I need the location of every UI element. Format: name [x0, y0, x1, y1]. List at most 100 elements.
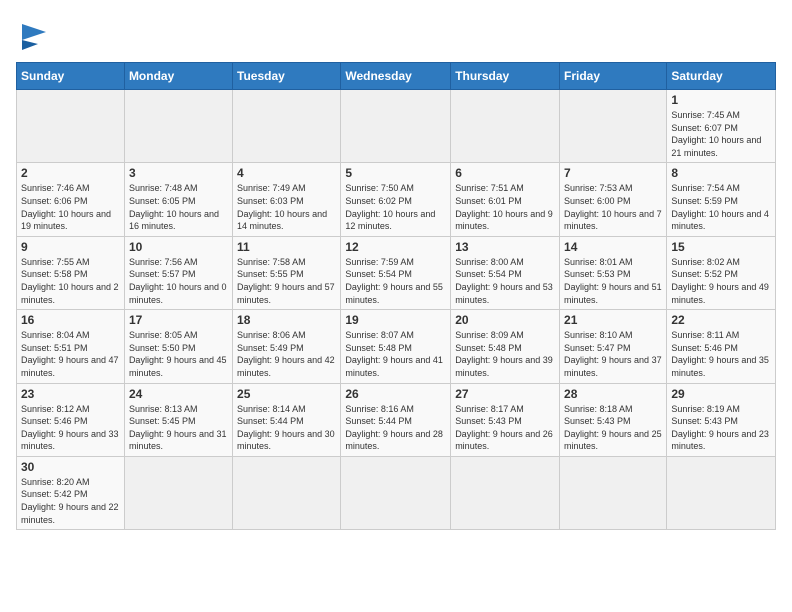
day-info: Sunrise: 8:11 AM Sunset: 5:46 PM Dayligh…	[671, 329, 771, 379]
calendar-day-cell: 22 Sunrise: 8:11 AM Sunset: 5:46 PM Dayli…	[667, 310, 776, 383]
day-info: Sunrise: 7:51 AM Sunset: 6:01 PM Dayligh…	[455, 182, 555, 232]
calendar-col-header: Monday	[124, 63, 232, 90]
calendar-day-cell: 9Sunrise: 7:55 AM Sunset: 5:58 PM Daylig…	[17, 236, 125, 309]
day-number: 2	[21, 166, 120, 180]
day-info: Sunrise: 8:20 AM Sunset: 5:42 PM Dayligh…	[21, 476, 120, 526]
calendar-day-cell: 15Sunrise: 8:02 AM Sunset: 5:52 PM Dayli…	[667, 236, 776, 309]
day-info: Sunrise: 8:04 AM Sunset: 5:51 PM Dayligh…	[21, 329, 120, 379]
day-info: Sunrise: 7:54 AM Sunset: 5:59 PM Dayligh…	[671, 182, 771, 232]
calendar-week-row: 16 Sunrise: 8:04 AM Sunset: 5:51 PM Dayli…	[17, 310, 776, 383]
day-info: Sunrise: 8:10 AM Sunset: 5:47 PM Dayligh…	[564, 329, 662, 379]
calendar-day-cell: 2 Sunrise: 7:46 AM Sunset: 6:06 PM Daylig…	[17, 163, 125, 236]
calendar-week-row: 1Sunrise: 7:45 AM Sunset: 6:07 PM Daylig…	[17, 90, 776, 163]
day-number: 13	[455, 240, 555, 254]
calendar-day-cell: 23 Sunrise: 8:12 AM Sunset: 5:46 PM Dayli…	[17, 383, 125, 456]
calendar-day-cell: 19 Sunrise: 8:07 AM Sunset: 5:48 PM Dayli…	[341, 310, 451, 383]
day-info: Sunrise: 7:53 AM Sunset: 6:00 PM Dayligh…	[564, 182, 662, 232]
calendar-day-cell: 20Sunrise: 8:09 AM Sunset: 5:48 PM Dayli…	[451, 310, 560, 383]
calendar-day-cell: 18 Sunrise: 8:06 AM Sunset: 5:49 PM Dayli…	[233, 310, 341, 383]
calendar-week-row: 23 Sunrise: 8:12 AM Sunset: 5:46 PM Dayli…	[17, 383, 776, 456]
calendar-day-cell: 28 Sunrise: 8:18 AM Sunset: 5:43 PM Dayli…	[560, 383, 667, 456]
calendar-day-cell: 13Sunrise: 8:00 AM Sunset: 5:54 PM Dayli…	[451, 236, 560, 309]
page-header	[16, 16, 776, 54]
calendar-col-header: Friday	[560, 63, 667, 90]
calendar-day-cell	[667, 456, 776, 529]
day-info: Sunrise: 8:06 AM Sunset: 5:49 PM Dayligh…	[237, 329, 336, 379]
day-number: 29	[671, 387, 771, 401]
day-info: Sunrise: 8:13 AM Sunset: 5:45 PM Dayligh…	[129, 403, 228, 453]
day-number: 6	[455, 166, 555, 180]
calendar-day-cell: 25 Sunrise: 8:14 AM Sunset: 5:44 PM Dayli…	[233, 383, 341, 456]
calendar-day-cell: 1Sunrise: 7:45 AM Sunset: 6:07 PM Daylig…	[667, 90, 776, 163]
day-number: 23	[21, 387, 120, 401]
calendar-header-row: SundayMondayTuesdayWednesdayThursdayFrid…	[17, 63, 776, 90]
calendar-table: SundayMondayTuesdayWednesdayThursdayFrid…	[16, 62, 776, 530]
calendar-day-cell: 12Sunrise: 7:59 AM Sunset: 5:54 PM Dayli…	[341, 236, 451, 309]
calendar-day-cell: 27Sunrise: 8:17 AM Sunset: 5:43 PM Dayli…	[451, 383, 560, 456]
day-number: 16	[21, 313, 120, 327]
calendar-day-cell: 14Sunrise: 8:01 AM Sunset: 5:53 PM Dayli…	[560, 236, 667, 309]
day-info: Sunrise: 7:49 AM Sunset: 6:03 PM Dayligh…	[237, 182, 336, 232]
generalblue-logo-icon	[16, 16, 54, 54]
day-number: 12	[345, 240, 446, 254]
day-number: 5	[345, 166, 446, 180]
day-info: Sunrise: 8:02 AM Sunset: 5:52 PM Dayligh…	[671, 256, 771, 306]
day-info: Sunrise: 7:48 AM Sunset: 6:05 PM Dayligh…	[129, 182, 228, 232]
calendar-week-row: 9Sunrise: 7:55 AM Sunset: 5:58 PM Daylig…	[17, 236, 776, 309]
calendar-day-cell	[560, 456, 667, 529]
day-number: 20	[455, 313, 555, 327]
day-number: 22	[671, 313, 771, 327]
day-number: 27	[455, 387, 555, 401]
calendar-day-cell: 10 Sunrise: 7:56 AM Sunset: 5:57 PM Dayli…	[124, 236, 232, 309]
calendar-day-cell: 3Sunrise: 7:48 AM Sunset: 6:05 PM Daylig…	[124, 163, 232, 236]
day-number: 24	[129, 387, 228, 401]
day-number: 21	[564, 313, 662, 327]
day-info: Sunrise: 7:46 AM Sunset: 6:06 PM Dayligh…	[21, 182, 120, 232]
calendar-day-cell: 7 Sunrise: 7:53 AM Sunset: 6:00 PM Daylig…	[560, 163, 667, 236]
day-number: 17	[129, 313, 228, 327]
day-info: Sunrise: 7:56 AM Sunset: 5:57 PM Dayligh…	[129, 256, 228, 306]
calendar-col-header: Saturday	[667, 63, 776, 90]
calendar-day-cell: 29 Sunrise: 8:19 AM Sunset: 5:43 PM Dayli…	[667, 383, 776, 456]
calendar-day-cell: 26 Sunrise: 8:16 AM Sunset: 5:44 PM Dayli…	[341, 383, 451, 456]
calendar-day-cell: 30Sunrise: 8:20 AM Sunset: 5:42 PM Dayli…	[17, 456, 125, 529]
calendar-day-cell: 6 Sunrise: 7:51 AM Sunset: 6:01 PM Daylig…	[451, 163, 560, 236]
day-info: Sunrise: 8:12 AM Sunset: 5:46 PM Dayligh…	[21, 403, 120, 453]
calendar-day-cell: 4 Sunrise: 7:49 AM Sunset: 6:03 PM Daylig…	[233, 163, 341, 236]
day-info: Sunrise: 8:14 AM Sunset: 5:44 PM Dayligh…	[237, 403, 336, 453]
calendar-col-header: Wednesday	[341, 63, 451, 90]
day-number: 7	[564, 166, 662, 180]
calendar-day-cell	[451, 90, 560, 163]
day-info: Sunrise: 8:18 AM Sunset: 5:43 PM Dayligh…	[564, 403, 662, 453]
calendar-day-cell: 16 Sunrise: 8:04 AM Sunset: 5:51 PM Dayli…	[17, 310, 125, 383]
calendar-day-cell	[560, 90, 667, 163]
calendar-day-cell	[451, 456, 560, 529]
logo	[16, 16, 60, 54]
calendar-day-cell: 11 Sunrise: 7:58 AM Sunset: 5:55 PM Dayli…	[233, 236, 341, 309]
calendar-day-cell	[17, 90, 125, 163]
day-info: Sunrise: 8:07 AM Sunset: 5:48 PM Dayligh…	[345, 329, 446, 379]
day-number: 26	[345, 387, 446, 401]
calendar-week-row: 30Sunrise: 8:20 AM Sunset: 5:42 PM Dayli…	[17, 456, 776, 529]
calendar-day-cell	[233, 90, 341, 163]
calendar-day-cell: 21 Sunrise: 8:10 AM Sunset: 5:47 PM Dayli…	[560, 310, 667, 383]
day-number: 11	[237, 240, 336, 254]
calendar-day-cell	[341, 456, 451, 529]
day-info: Sunrise: 7:50 AM Sunset: 6:02 PM Dayligh…	[345, 182, 446, 232]
calendar-week-row: 2 Sunrise: 7:46 AM Sunset: 6:06 PM Daylig…	[17, 163, 776, 236]
day-number: 18	[237, 313, 336, 327]
day-number: 28	[564, 387, 662, 401]
day-number: 9	[21, 240, 120, 254]
day-number: 4	[237, 166, 336, 180]
day-number: 25	[237, 387, 336, 401]
day-info: Sunrise: 8:19 AM Sunset: 5:43 PM Dayligh…	[671, 403, 771, 453]
calendar-day-cell: 5 Sunrise: 7:50 AM Sunset: 6:02 PM Daylig…	[341, 163, 451, 236]
calendar-col-header: Sunday	[17, 63, 125, 90]
day-number: 19	[345, 313, 446, 327]
day-info: Sunrise: 7:58 AM Sunset: 5:55 PM Dayligh…	[237, 256, 336, 306]
day-number: 8	[671, 166, 771, 180]
day-number: 10	[129, 240, 228, 254]
calendar-day-cell	[124, 456, 232, 529]
day-number: 1	[671, 93, 771, 107]
day-info: Sunrise: 8:16 AM Sunset: 5:44 PM Dayligh…	[345, 403, 446, 453]
